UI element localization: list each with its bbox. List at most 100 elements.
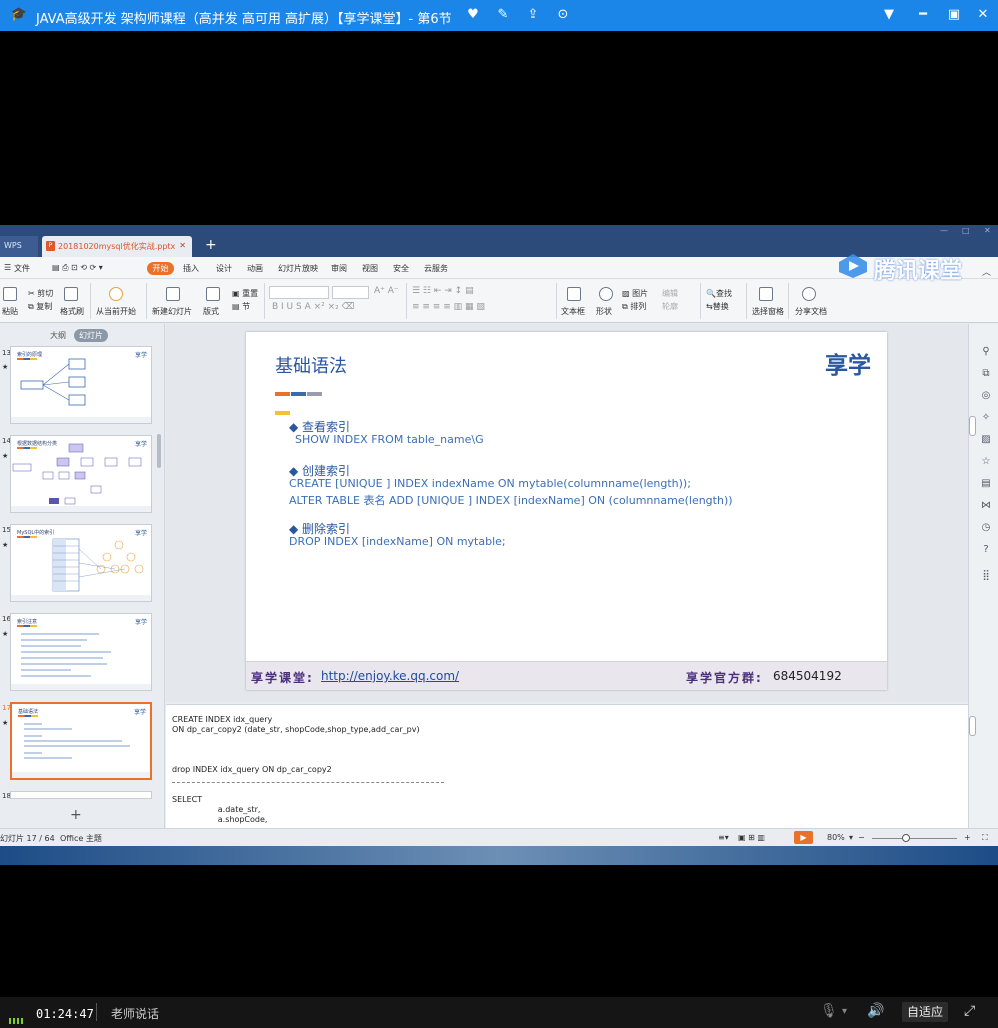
from-current-button[interactable]: 从当前开始 — [96, 306, 136, 317]
menu-view[interactable]: 视图 — [362, 263, 378, 274]
textbox-button[interactable]: 文本框 — [561, 306, 585, 317]
copy-icon[interactable]: ⧉ — [980, 368, 992, 380]
new-tab-icon[interactable]: + — [205, 237, 217, 253]
slide-thumbnail[interactable]: 索引的原理 享学 — [10, 346, 152, 424]
menu-review[interactable]: 审阅 — [331, 263, 347, 274]
slide-thumbnail[interactable] — [10, 791, 152, 799]
format-painter-icon[interactable] — [64, 287, 78, 301]
menu-security[interactable]: 安全 — [393, 263, 409, 274]
select-pane-icon[interactable] — [759, 287, 773, 301]
current-slide[interactable]: 基础语法 享学 ◆ 查看索引 SHOW INDEX FROM table_nam… — [246, 332, 887, 690]
share-doc-button[interactable]: 分享文档 — [795, 306, 827, 317]
menu-design[interactable]: 设计 — [216, 263, 232, 274]
select-pane-button[interactable]: 选择窗格 — [752, 306, 784, 317]
wps-app-tab[interactable]: WPS — [0, 236, 38, 257]
slide-thumbnail[interactable]: 索引注意 享学 — [10, 613, 152, 691]
edit-icon[interactable]: ✎ — [494, 6, 512, 24]
shape-icon[interactable]: ◎ — [980, 390, 992, 402]
wps-close-icon[interactable]: ✕ — [984, 226, 991, 235]
fill-button[interactable]: 编辑 — [662, 288, 678, 299]
menu-cloud[interactable]: 云服务 — [424, 263, 448, 274]
history-icon[interactable]: ◷ — [980, 522, 992, 534]
pin-icon[interactable]: ⚲ — [980, 346, 992, 358]
shape-icon[interactable] — [599, 287, 613, 301]
menu-home[interactable]: 开始 — [147, 262, 174, 275]
tab-outline[interactable]: 大纲 — [50, 330, 66, 341]
close-icon[interactable]: ✕ — [974, 6, 992, 24]
paste-icon[interactable] — [3, 287, 17, 301]
share-doc-icon[interactable] — [802, 287, 816, 301]
layout-button[interactable]: 版式 — [203, 306, 219, 317]
menu-file[interactable]: 文件 — [14, 263, 30, 274]
view-icons[interactable]: ▣ ⊞ ▥ — [738, 833, 765, 842]
menu-icon[interactable]: ☰ — [4, 263, 11, 272]
zoom-down-icon[interactable]: ▾ — [849, 833, 853, 842]
reset-button[interactable]: ▣ 重置 — [232, 288, 258, 299]
settings-icon[interactable]: ⊙ — [554, 6, 572, 24]
slide-thumbnail[interactable]: 根据数据结构分类 享学 — [10, 435, 152, 513]
find-button[interactable]: 🔍查找 — [706, 288, 732, 299]
footer-url-link[interactable]: http://enjoy.ke.qq.com/ — [321, 669, 459, 683]
notes-toggle-icon[interactable]: ≡▾ — [718, 833, 729, 842]
tab-slides[interactable]: 幻灯片 — [74, 329, 108, 342]
font-name-select[interactable] — [269, 286, 329, 299]
play-from-current-icon[interactable] — [109, 287, 123, 301]
help-icon[interactable]: ? — [980, 544, 992, 556]
picture-button[interactable]: ▨ 图片 — [622, 288, 648, 299]
menu-animation[interactable]: 动画 — [247, 263, 263, 274]
layout-icon[interactable] — [206, 287, 220, 301]
fit-window-icon[interactable]: ⛶ — [982, 833, 988, 843]
outline-button[interactable]: 轮廓 — [662, 301, 678, 312]
fullscreen-icon[interactable]: ⤢ — [964, 1003, 975, 1019]
section-button[interactable]: ▤ 节 — [232, 301, 250, 312]
new-slide-button[interactable]: 新建幻灯片 — [152, 306, 192, 317]
chevron-down-icon[interactable]: ▼ — [880, 6, 898, 24]
fit-mode-button[interactable]: 自适应 — [902, 1002, 948, 1022]
textbox-icon[interactable] — [567, 287, 581, 301]
zoom-out-icon[interactable]: − — [858, 833, 865, 842]
font-size-select[interactable] — [332, 286, 369, 299]
new-slide-icon[interactable] — [166, 287, 180, 301]
table-icon[interactable]: ▤ — [980, 478, 992, 490]
mic-dropdown-icon[interactable]: ▾ — [842, 1006, 847, 1017]
share-icon[interactable]: ⋈ — [980, 500, 992, 512]
minimize-icon[interactable]: ━ — [914, 6, 932, 24]
share-icon[interactable]: ⇪ — [524, 6, 542, 24]
close-tab-icon[interactable]: ✕ — [179, 241, 186, 250]
maximize-icon[interactable]: ▣ — [945, 6, 963, 24]
slide-thumbnail[interactable]: MySQL中的索引 享学 — [10, 524, 152, 602]
slide-thumbnail-selected[interactable]: 基础语法 享学 — [10, 702, 152, 780]
arrange-button[interactable]: ⧉ 排列 — [622, 301, 646, 312]
list-icons[interactable]: ☰ ☷ ⇤ ⇥ ↕ ▤ — [412, 286, 474, 296]
star-icon[interactable]: ☆ — [980, 456, 992, 468]
heart-icon[interactable]: ♥ — [464, 6, 482, 24]
animation-icon[interactable]: ✧ — [980, 412, 992, 424]
replace-button[interactable]: ⇆替换 — [706, 301, 729, 312]
picture-icon[interactable]: ▨ — [980, 434, 992, 446]
zoom-in-icon[interactable]: + — [964, 833, 971, 842]
menu-slideshow[interactable]: 幻灯片放映 — [278, 263, 318, 274]
format-painter-button[interactable]: 格式刷 — [60, 306, 84, 317]
add-slide-icon[interactable]: + — [70, 807, 82, 823]
notes-scrollbar[interactable] — [969, 716, 976, 736]
slide-scrollbar[interactable] — [969, 416, 976, 436]
font-grow-icon[interactable]: A⁺ A⁻ — [374, 286, 399, 296]
microphone-muted-icon[interactable]: 🎙 — [820, 1003, 838, 1019]
quick-access-icons[interactable]: ▤ ⎙ ⊡ ⟲ ⟳ ▾ — [52, 263, 103, 273]
zoom-knob[interactable] — [902, 834, 910, 842]
document-tab[interactable]: P 20181020mysql优化实战.pptx ✕ — [42, 236, 192, 257]
copy-button[interactable]: ⧉ 复制 — [28, 301, 52, 312]
align-icons[interactable]: ≡ ≡ ≡ ≡ ▥ ▦ ▧ — [412, 302, 485, 312]
zoom-slider[interactable] — [872, 838, 957, 839]
wps-maximize-icon[interactable]: □ — [962, 226, 970, 235]
paste-button[interactable]: 粘贴 — [2, 306, 18, 317]
font-style-icons[interactable]: B I U S A ×² ×₂ ⌫ — [272, 302, 354, 312]
thumbnail-scrollbar[interactable] — [157, 434, 161, 468]
wps-minimize-icon[interactable]: — — [940, 226, 948, 235]
cut-button[interactable]: ✂ 剪切 — [28, 288, 53, 299]
menu-insert[interactable]: 插入 — [183, 263, 199, 274]
grid-icon[interactable]: ⣿ — [980, 570, 992, 582]
volume-icon[interactable]: 🔊 — [867, 1003, 884, 1019]
notes-pane[interactable]: CREATE INDEX idx_query ON dp_car_copy2 (… — [166, 704, 968, 828]
play-slideshow-button[interactable]: ▶ — [794, 831, 813, 844]
